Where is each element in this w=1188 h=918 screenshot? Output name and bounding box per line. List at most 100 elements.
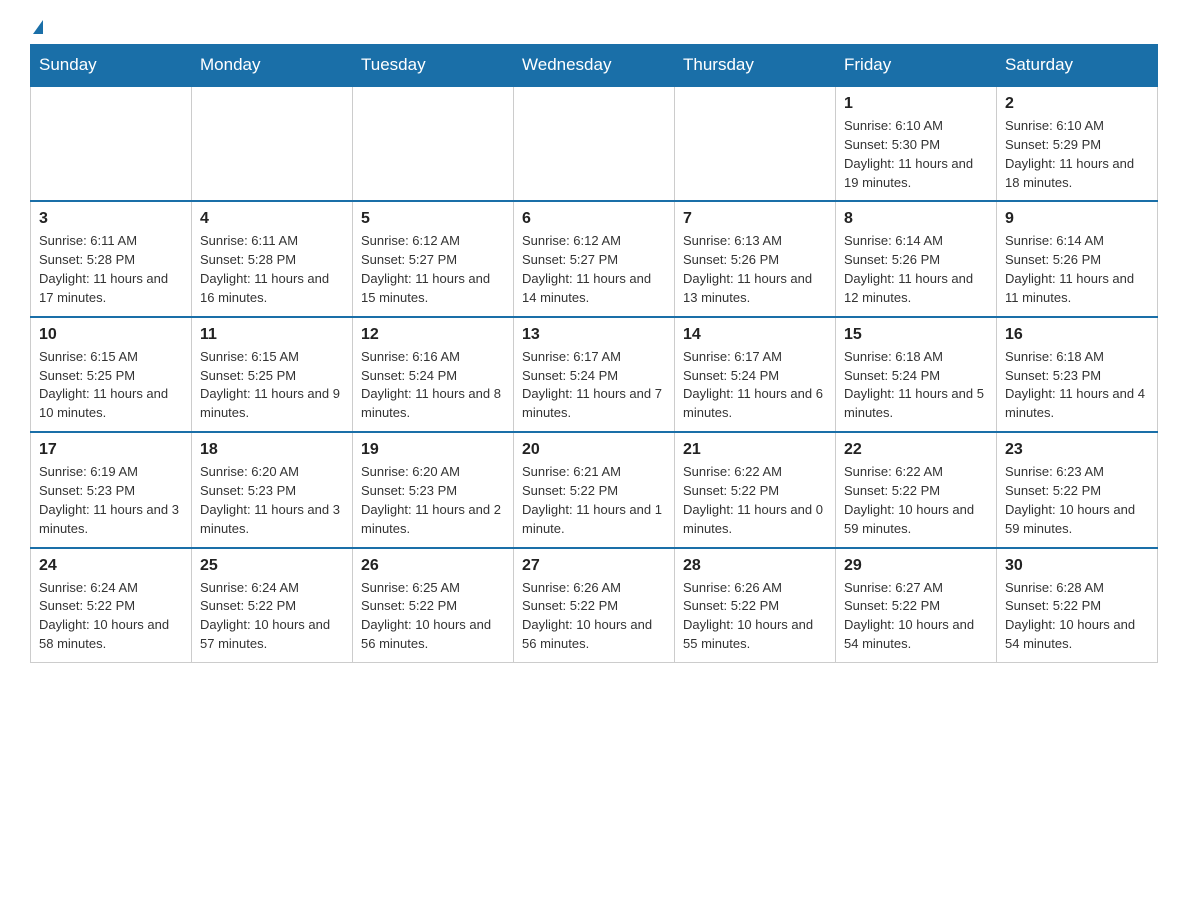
- calendar-cell: 9 Sunrise: 6:14 AM Sunset: 5:26 PM Daylig…: [997, 201, 1158, 316]
- calendar-cell: 20 Sunrise: 6:21 AM Sunset: 5:22 PM Dayli…: [514, 432, 675, 547]
- calendar-cell: 26 Sunrise: 6:25 AM Sunset: 5:22 PM Dayli…: [353, 548, 514, 663]
- week-row-4: 17 Sunrise: 6:19 AM Sunset: 5:23 PM Dayli…: [31, 432, 1158, 547]
- calendar-cell: 30 Sunrise: 6:28 AM Sunset: 5:22 PM Dayli…: [997, 548, 1158, 663]
- day-info: Sunrise: 6:14 AM Sunset: 5:26 PM Dayligh…: [1005, 232, 1149, 307]
- day-info: Sunrise: 6:12 AM Sunset: 5:27 PM Dayligh…: [361, 232, 505, 307]
- calendar-cell: 3Sunrise: 6:11 AM Sunset: 5:28 PM Daylig…: [31, 201, 192, 316]
- calendar-cell: 13Sunrise: 6:17 AM Sunset: 5:24 PM Dayli…: [514, 317, 675, 432]
- calendar-cell: [353, 86, 514, 201]
- calendar-cell: 28Sunrise: 6:26 AM Sunset: 5:22 PM Dayli…: [675, 548, 836, 663]
- calendar-cell: 27 Sunrise: 6:26 AM Sunset: 5:22 PM Dayli…: [514, 548, 675, 663]
- calendar-cell: 19 Sunrise: 6:20 AM Sunset: 5:23 PM Dayli…: [353, 432, 514, 547]
- calendar-cell: [192, 86, 353, 201]
- day-info: Sunrise: 6:20 AM Sunset: 5:23 PM Dayligh…: [200, 463, 344, 538]
- day-number: 11: [200, 326, 344, 344]
- day-number: 21: [683, 441, 827, 459]
- calendar-cell: [31, 86, 192, 201]
- day-info: Sunrise: 6:12 AM Sunset: 5:27 PM Dayligh…: [522, 232, 666, 307]
- calendar-cell: 6 Sunrise: 6:12 AM Sunset: 5:27 PM Daylig…: [514, 201, 675, 316]
- calendar-cell: 4 Sunrise: 6:11 AM Sunset: 5:28 PM Daylig…: [192, 201, 353, 316]
- week-row-5: 24 Sunrise: 6:24 AM Sunset: 5:22 PM Dayli…: [31, 548, 1158, 663]
- logo: [30, 20, 43, 34]
- day-info: Sunrise: 6:14 AM Sunset: 5:26 PM Dayligh…: [844, 232, 988, 307]
- day-info: Sunrise: 6:19 AM Sunset: 5:23 PM Dayligh…: [39, 463, 183, 538]
- day-info: Sunrise: 6:15 AM Sunset: 5:25 PM Dayligh…: [39, 348, 183, 423]
- day-number: 15: [844, 326, 988, 344]
- weekday-header-friday: Friday: [836, 45, 997, 87]
- day-info: Sunrise: 6:20 AM Sunset: 5:23 PM Dayligh…: [361, 463, 505, 538]
- weekday-header-tuesday: Tuesday: [353, 45, 514, 87]
- calendar-cell: 8 Sunrise: 6:14 AM Sunset: 5:26 PM Daylig…: [836, 201, 997, 316]
- week-row-2: 3Sunrise: 6:11 AM Sunset: 5:28 PM Daylig…: [31, 201, 1158, 316]
- day-info: Sunrise: 6:24 AM Sunset: 5:22 PM Dayligh…: [39, 579, 183, 654]
- day-number: 23: [1005, 441, 1149, 459]
- day-info: Sunrise: 6:11 AM Sunset: 5:28 PM Dayligh…: [39, 232, 183, 307]
- calendar-cell: 11 Sunrise: 6:15 AM Sunset: 5:25 PM Dayli…: [192, 317, 353, 432]
- day-info: Sunrise: 6:17 AM Sunset: 5:24 PM Dayligh…: [683, 348, 827, 423]
- calendar-cell: 14 Sunrise: 6:17 AM Sunset: 5:24 PM Dayli…: [675, 317, 836, 432]
- day-number: 12: [361, 326, 505, 344]
- day-number: 4: [200, 210, 344, 228]
- calendar-cell: [675, 86, 836, 201]
- calendar-cell: 18Sunrise: 6:20 AM Sunset: 5:23 PM Dayli…: [192, 432, 353, 547]
- calendar-cell: 2Sunrise: 6:10 AM Sunset: 5:29 PM Daylig…: [997, 86, 1158, 201]
- calendar-table: SundayMondayTuesdayWednesdayThursdayFrid…: [30, 44, 1158, 663]
- day-number: 24: [39, 557, 183, 575]
- day-number: 30: [1005, 557, 1149, 575]
- weekday-header-monday: Monday: [192, 45, 353, 87]
- calendar-cell: 17 Sunrise: 6:19 AM Sunset: 5:23 PM Dayli…: [31, 432, 192, 547]
- day-number: 14: [683, 326, 827, 344]
- day-number: 13: [522, 326, 666, 344]
- calendar-cell: 15 Sunrise: 6:18 AM Sunset: 5:24 PM Dayli…: [836, 317, 997, 432]
- calendar-cell: 24 Sunrise: 6:24 AM Sunset: 5:22 PM Dayli…: [31, 548, 192, 663]
- day-info: Sunrise: 6:15 AM Sunset: 5:25 PM Dayligh…: [200, 348, 344, 423]
- day-info: Sunrise: 6:21 AM Sunset: 5:22 PM Dayligh…: [522, 463, 666, 538]
- logo-triangle-icon: [33, 20, 43, 34]
- calendar-cell: [514, 86, 675, 201]
- day-info: Sunrise: 6:24 AM Sunset: 5:22 PM Dayligh…: [200, 579, 344, 654]
- day-info: Sunrise: 6:18 AM Sunset: 5:24 PM Dayligh…: [844, 348, 988, 423]
- day-info: Sunrise: 6:28 AM Sunset: 5:22 PM Dayligh…: [1005, 579, 1149, 654]
- weekday-header-thursday: Thursday: [675, 45, 836, 87]
- calendar-cell: 5 Sunrise: 6:12 AM Sunset: 5:27 PM Daylig…: [353, 201, 514, 316]
- day-number: 10: [39, 326, 183, 344]
- calendar-cell: 29 Sunrise: 6:27 AM Sunset: 5:22 PM Dayli…: [836, 548, 997, 663]
- day-number: 29: [844, 557, 988, 575]
- calendar-cell: 10 Sunrise: 6:15 AM Sunset: 5:25 PM Dayli…: [31, 317, 192, 432]
- day-info: Sunrise: 6:25 AM Sunset: 5:22 PM Dayligh…: [361, 579, 505, 654]
- day-info: Sunrise: 6:27 AM Sunset: 5:22 PM Dayligh…: [844, 579, 988, 654]
- day-number: 20: [522, 441, 666, 459]
- day-info: Sunrise: 6:10 AM Sunset: 5:30 PM Dayligh…: [844, 117, 988, 192]
- day-number: 27: [522, 557, 666, 575]
- day-number: 5: [361, 210, 505, 228]
- calendar-cell: 1 Sunrise: 6:10 AM Sunset: 5:30 PM Daylig…: [836, 86, 997, 201]
- calendar-cell: 23Sunrise: 6:23 AM Sunset: 5:22 PM Dayli…: [997, 432, 1158, 547]
- week-row-1: 1 Sunrise: 6:10 AM Sunset: 5:30 PM Daylig…: [31, 86, 1158, 201]
- calendar-cell: 7 Sunrise: 6:13 AM Sunset: 5:26 PM Daylig…: [675, 201, 836, 316]
- day-number: 6: [522, 210, 666, 228]
- weekday-header-row: SundayMondayTuesdayWednesdayThursdayFrid…: [31, 45, 1158, 87]
- day-info: Sunrise: 6:11 AM Sunset: 5:28 PM Dayligh…: [200, 232, 344, 307]
- calendar-cell: 22 Sunrise: 6:22 AM Sunset: 5:22 PM Dayli…: [836, 432, 997, 547]
- day-info: Sunrise: 6:16 AM Sunset: 5:24 PM Dayligh…: [361, 348, 505, 423]
- day-number: 25: [200, 557, 344, 575]
- calendar-cell: 12 Sunrise: 6:16 AM Sunset: 5:24 PM Dayli…: [353, 317, 514, 432]
- day-number: 8: [844, 210, 988, 228]
- week-row-3: 10 Sunrise: 6:15 AM Sunset: 5:25 PM Dayli…: [31, 317, 1158, 432]
- weekday-header-wednesday: Wednesday: [514, 45, 675, 87]
- day-number: 7: [683, 210, 827, 228]
- day-number: 19: [361, 441, 505, 459]
- day-number: 1: [844, 95, 988, 113]
- day-number: 26: [361, 557, 505, 575]
- weekday-header-saturday: Saturday: [997, 45, 1158, 87]
- day-info: Sunrise: 6:26 AM Sunset: 5:22 PM Dayligh…: [522, 579, 666, 654]
- day-info: Sunrise: 6:13 AM Sunset: 5:26 PM Dayligh…: [683, 232, 827, 307]
- day-number: 22: [844, 441, 988, 459]
- calendar-cell: 16Sunrise: 6:18 AM Sunset: 5:23 PM Dayli…: [997, 317, 1158, 432]
- day-info: Sunrise: 6:22 AM Sunset: 5:22 PM Dayligh…: [844, 463, 988, 538]
- day-number: 17: [39, 441, 183, 459]
- weekday-header-sunday: Sunday: [31, 45, 192, 87]
- day-number: 16: [1005, 326, 1149, 344]
- day-number: 28: [683, 557, 827, 575]
- day-number: 9: [1005, 210, 1149, 228]
